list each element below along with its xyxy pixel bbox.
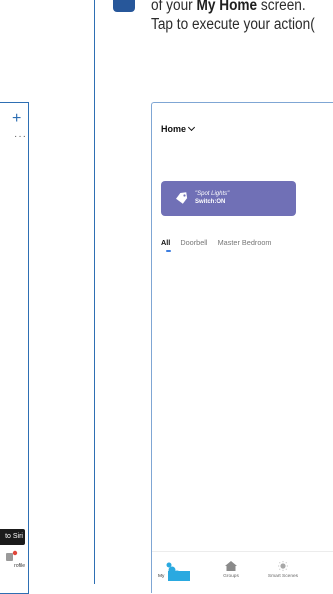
chevron-down-icon: [187, 123, 196, 132]
active-tab-indicator: [166, 250, 171, 252]
nav-label-my: My: [158, 574, 165, 579]
smart-scene-card[interactable]: "Spot Lights" Switch:ON: [161, 181, 296, 216]
nav-item-groups[interactable]: Groups: [216, 561, 246, 579]
nav-item-my[interactable]: My: [158, 561, 192, 584]
nav-label-smart-scenes: Smart Scenes: [267, 574, 299, 579]
device-tabs: All Doorbell Master Bedroom: [161, 238, 280, 247]
tag-icon: [176, 192, 188, 204]
tab-master-bedroom[interactable]: Master Bedroom: [218, 238, 272, 247]
add-icon[interactable]: +: [12, 111, 21, 127]
nav-item-smart-scenes[interactable]: Smart Scenes: [262, 561, 304, 579]
profile-nav-label: rofile: [14, 563, 25, 569]
phone-screenshot: Home "Spot Lights" Switch:ON All Doorbel…: [151, 102, 333, 593]
left-phone-screenshot: + ··· to Siri rofile: [0, 102, 29, 594]
column-divider: [94, 0, 95, 584]
home-title: Home: [161, 124, 187, 134]
home-selector[interactable]: Home: [161, 123, 196, 134]
more-options-icon[interactable]: ···: [14, 132, 27, 142]
instruction-line-2: Tap to execute your action(: [151, 16, 315, 33]
scene-name: "Spot Lights": [195, 191, 230, 197]
step-marker: [113, 0, 135, 12]
nav-label-groups: Groups: [223, 574, 239, 579]
instruction-bold-my-home: My Home: [196, 0, 258, 14]
sun-icon: [278, 561, 288, 571]
tab-all[interactable]: All: [161, 238, 170, 247]
scene-action: Switch:ON: [195, 199, 226, 205]
home-icon: [225, 561, 237, 571]
my-home-icon: [166, 562, 190, 581]
instruction-text: of your My Home screen. Tap to execute y…: [151, 0, 327, 34]
add-to-siri-tooltip[interactable]: to Siri: [0, 529, 25, 545]
profile-icon[interactable]: [4, 550, 18, 562]
instruction-text-prefix: of your: [151, 0, 197, 14]
tab-doorbell[interactable]: Doorbell: [180, 238, 207, 247]
bottom-nav-divider: [152, 551, 333, 552]
instruction-text-suffix: screen.: [257, 0, 306, 14]
